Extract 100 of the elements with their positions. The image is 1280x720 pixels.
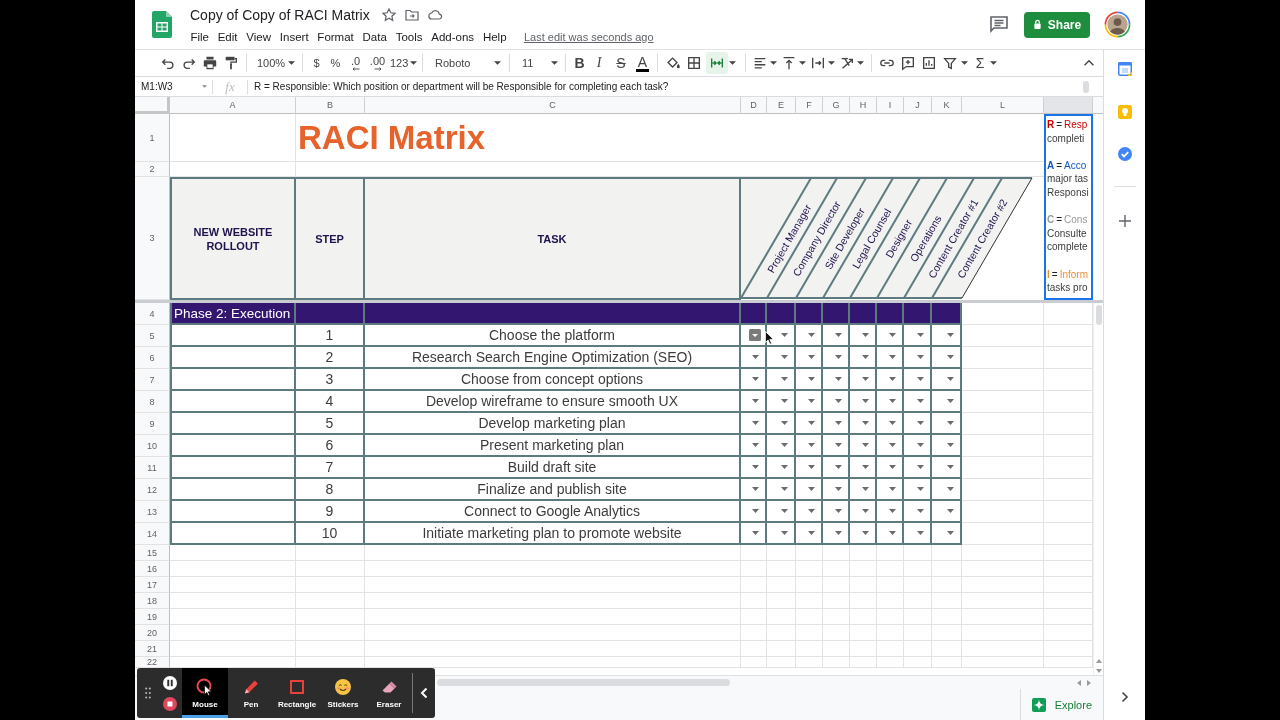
dropdown-cell[interactable] (877, 457, 904, 479)
caret-icon[interactable] (729, 61, 736, 65)
caret-icon[interactable] (862, 377, 869, 381)
chevron-right-icon[interactable] (1120, 691, 1129, 703)
dropdown-cell[interactable] (932, 325, 962, 347)
scrollbar-thumb[interactable] (1095, 305, 1102, 325)
dropdown-cell[interactable] (877, 413, 904, 435)
caret-icon[interactable] (752, 399, 759, 403)
check-circle-icon[interactable] (1117, 147, 1132, 161)
column-header[interactable]: F (796, 97, 823, 114)
row-header[interactable]: 14 (135, 523, 170, 545)
dropdown-cell[interactable] (823, 501, 850, 523)
caret-icon[interactable] (835, 399, 842, 403)
caret-icon[interactable] (781, 421, 788, 425)
cloud-icon[interactable] (427, 9, 443, 20)
caret-icon[interactable] (947, 531, 954, 535)
dropdown-cell[interactable] (741, 369, 767, 391)
caret-icon[interactable] (752, 355, 759, 359)
dropdown-cell[interactable] (823, 391, 850, 413)
strikethrough-button[interactable]: S (610, 52, 632, 74)
print-icon[interactable] (201, 55, 218, 71)
caret-icon[interactable] (808, 465, 815, 469)
dropdown-cell[interactable] (932, 413, 962, 435)
row-header[interactable]: 4 (135, 303, 170, 325)
row-header[interactable]: 15 (135, 545, 170, 561)
name-box[interactable]: M1:W3 (135, 77, 212, 96)
row-header[interactable]: 1 (135, 114, 170, 162)
caret-icon[interactable] (835, 531, 842, 535)
caret-icon[interactable] (862, 399, 869, 403)
caret-icon[interactable] (889, 333, 896, 337)
caret-icon[interactable] (752, 421, 759, 425)
caret-icon[interactable] (781, 487, 788, 491)
caret-icon[interactable] (857, 61, 864, 65)
caret-icon[interactable] (808, 421, 815, 425)
caret-icon[interactable] (862, 421, 869, 425)
caret-icon[interactable] (917, 355, 924, 359)
caret-icon[interactable] (862, 443, 869, 447)
dropdown-cell[interactable] (796, 523, 823, 545)
plus-icon[interactable] (1118, 215, 1131, 227)
dropdown-cell[interactable] (904, 501, 932, 523)
caret-icon[interactable] (862, 333, 869, 337)
text-color-button[interactable]: A (636, 54, 649, 72)
last-edit-link[interactable]: Last edit was seconds ago (523, 30, 654, 43)
dropdown-cell[interactable] (796, 479, 823, 501)
vertical-align-icon[interactable] (781, 55, 797, 71)
caret-icon[interactable] (835, 333, 842, 337)
column-header[interactable]: A (170, 97, 296, 114)
caret-icon[interactable] (808, 399, 815, 403)
caret-icon[interactable] (947, 509, 954, 513)
currency-button[interactable]: $ (308, 52, 325, 74)
dropdown-cell[interactable] (767, 413, 796, 435)
caret-icon[interactable] (889, 531, 896, 535)
dropdown-cell[interactable] (850, 501, 877, 523)
dropdown-cell[interactable] (796, 457, 823, 479)
caret-icon[interactable] (752, 487, 759, 491)
caret-icon[interactable] (947, 377, 954, 381)
dropdown-cell[interactable] (932, 479, 962, 501)
font-size-dropdown[interactable]: 11 (515, 52, 560, 74)
column-header[interactable]: L (962, 97, 1044, 114)
sheets-logo-icon[interactable] (152, 11, 172, 38)
formula-input[interactable]: R = Responsible: Which position or department will be Responsible for completing each task? (248, 81, 669, 92)
dropdown-cell[interactable] (796, 391, 823, 413)
column-header[interactable]: B (296, 97, 365, 114)
caret-icon[interactable] (917, 509, 924, 513)
share-button[interactable]: Share (1024, 11, 1090, 38)
dropdown-cell[interactable] (877, 479, 904, 501)
caret-icon[interactable] (947, 487, 954, 491)
caret-icon[interactable] (749, 329, 761, 341)
caret-icon[interactable] (808, 509, 815, 513)
caret-icon[interactable] (781, 509, 788, 513)
caret-icon[interactable] (947, 421, 954, 425)
caret-icon[interactable] (862, 509, 869, 513)
caret-icon[interactable] (917, 377, 924, 381)
caret-icon[interactable] (889, 355, 896, 359)
caret-icon[interactable] (752, 531, 759, 535)
menu-item[interactable]: Insert (275, 30, 313, 43)
dropdown-cell[interactable] (796, 435, 823, 457)
dropdown-cell[interactable] (767, 479, 796, 501)
menu-item[interactable]: File (186, 30, 214, 43)
dropdown-cell[interactable] (932, 501, 962, 523)
dropdown-cell[interactable] (877, 347, 904, 369)
caret-icon[interactable] (808, 333, 815, 337)
caret-icon[interactable] (835, 487, 842, 491)
dropdown-cell[interactable] (904, 435, 932, 457)
caret-icon[interactable] (917, 421, 924, 425)
calendar-icon[interactable] (1117, 62, 1132, 76)
caret-icon[interactable] (990, 61, 997, 65)
caret-icon[interactable] (917, 531, 924, 535)
caret-icon[interactable] (752, 377, 759, 381)
dropdown-cell[interactable] (877, 325, 904, 347)
dropdown-cell[interactable] (823, 435, 850, 457)
scroll-right-icon[interactable] (1087, 679, 1091, 686)
recorder-tool[interactable]: Rectangle (274, 668, 320, 718)
caret-icon[interactable] (947, 465, 954, 469)
chart-icon[interactable] (920, 55, 937, 71)
scrollbar-thumb[interactable] (437, 679, 730, 686)
row-header[interactable]: 6 (135, 347, 170, 369)
dropdown-cell[interactable] (877, 523, 904, 545)
scroll-up-icon[interactable] (1095, 659, 1102, 663)
dropdown-cell[interactable] (932, 391, 962, 413)
